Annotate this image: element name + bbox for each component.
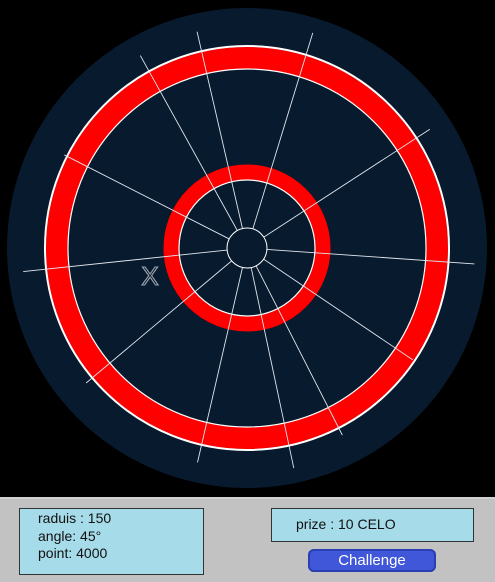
prize-box: prize : 10 CELO	[271, 508, 474, 542]
shot-stats-box: raduis : 150 angle: 45° point: 4000	[19, 508, 204, 575]
challenge-button[interactable]: Challenge	[308, 549, 436, 572]
prize-label: prize : 10 CELO	[296, 516, 396, 532]
control-panel: raduis : 150 angle: 45° point: 4000 priz…	[0, 497, 495, 582]
dartboard[interactable]: X	[0, 0, 495, 495]
point-value: point: 4000	[38, 545, 108, 561]
radius-value: raduis : 150	[38, 510, 112, 526]
bullseye[interactable]	[226, 227, 268, 269]
target-marker: X	[141, 261, 158, 291]
angle-value: angle: 45°	[38, 527, 102, 544]
